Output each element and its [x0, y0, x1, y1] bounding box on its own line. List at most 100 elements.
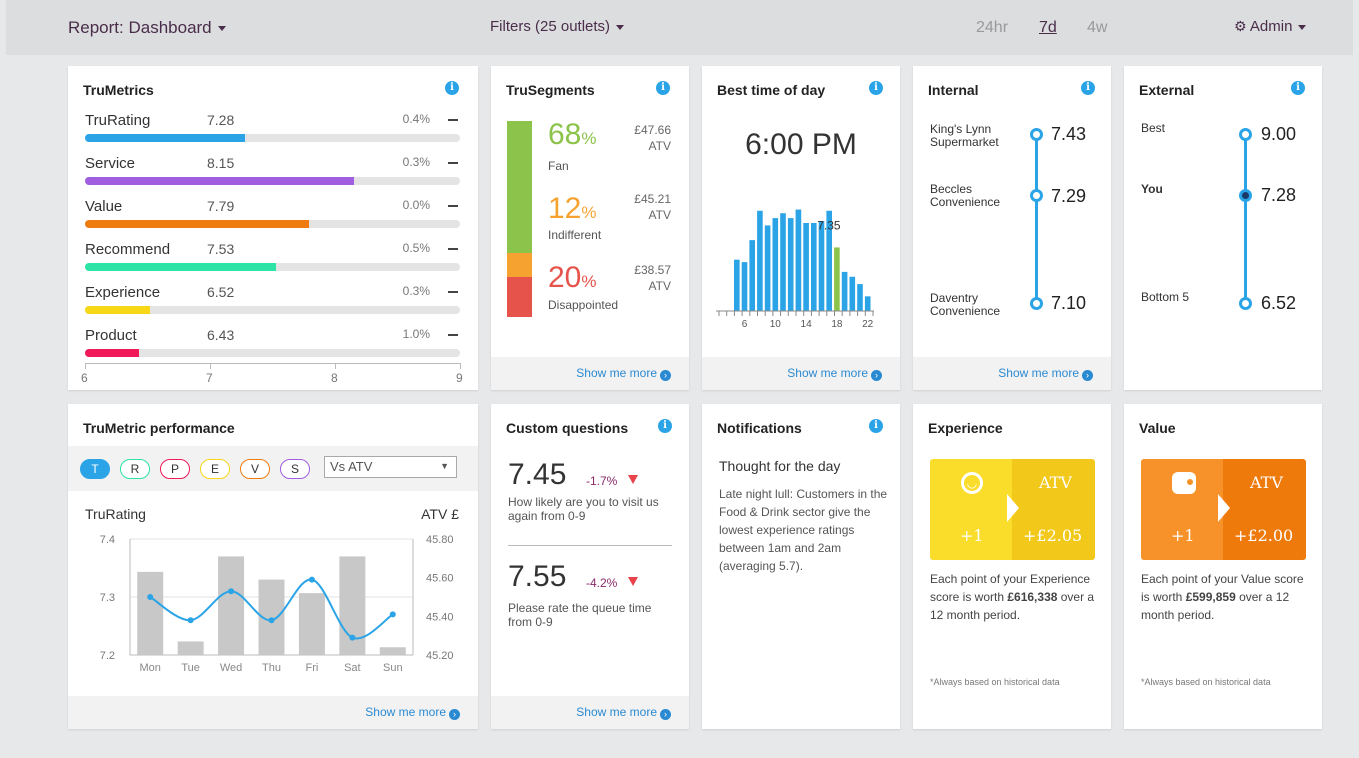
segment-pct-fan: 68%: [548, 118, 597, 151]
show-more-link[interactable]: Show me more ›: [787, 366, 882, 381]
axis-tick-label: 9: [456, 371, 463, 385]
metric-toggle-t[interactable]: T: [80, 459, 110, 479]
compare-select-value: Vs ATV: [330, 459, 373, 474]
wallet-icon: [1172, 472, 1196, 494]
report-label: Report: Dashboard: [68, 18, 212, 37]
top-bar: Report: Dashboard Filters (25 outlets) 2…: [6, 0, 1353, 55]
trurating-point: [147, 594, 154, 600]
metric-change: 0.3%: [402, 284, 430, 298]
report-dropdown[interactable]: Report: Dashboard: [68, 18, 226, 38]
card-atv: ATV: [1039, 473, 1072, 492]
show-more-link[interactable]: Show me more ›: [998, 366, 1093, 381]
hour-bar: [811, 223, 817, 311]
period-7d[interactable]: 7d: [1039, 19, 1057, 37]
no-change-icon: [448, 291, 458, 293]
metric-name: Recommend: [85, 241, 171, 258]
x-tick-label: 22: [862, 319, 874, 330]
hour-bar: [864, 296, 871, 311]
card-plus: +1: [960, 526, 984, 545]
trurating-point: [187, 617, 194, 624]
hour-bar: [818, 221, 825, 311]
metric-toggle-r[interactable]: R: [120, 459, 150, 479]
metric-bar-fill: [85, 134, 245, 142]
info-icon[interactable]: i: [445, 81, 459, 95]
metric-bar-fill: [85, 263, 277, 271]
metric-change: 0.0%: [402, 198, 430, 212]
dropdown-arrow-icon: ▼: [440, 461, 449, 471]
admin-menu[interactable]: ⚙ Admin: [1234, 18, 1307, 35]
external-panel: External i Best 9.00 You 7.28 Bottom 5 6…: [1124, 66, 1322, 390]
metric-name: TruRating: [85, 112, 151, 129]
axis-tick: [85, 363, 86, 369]
metric-toggle-p[interactable]: P: [160, 459, 190, 479]
atv-bar: [137, 571, 164, 655]
metric-bar-fill: [85, 349, 139, 357]
segment-pct-indifferent: 12%: [548, 192, 597, 225]
panel-footer: Show me more ›: [702, 357, 900, 390]
divider: [508, 545, 672, 546]
right-tick-label: 45.80: [426, 534, 454, 546]
panel-footer: Show me more ›: [491, 696, 689, 729]
hour-bar: [772, 218, 779, 311]
info-icon[interactable]: i: [1081, 81, 1095, 95]
right-tick-label: 45.20: [426, 650, 454, 662]
best-time-chart: 7.35 6 10 14 18 22: [716, 209, 874, 330]
metric-score: 7.53: [207, 241, 235, 257]
metric-toggle-s[interactable]: S: [280, 459, 310, 479]
segment-label: Disappointed: [548, 298, 619, 312]
scale-line: [1244, 134, 1247, 303]
scale-marker: [1030, 128, 1043, 141]
experience-value-card: ◡ +1 ATV +£2.05: [930, 459, 1095, 560]
show-more-link[interactable]: Show me more ›: [365, 705, 460, 720]
x-tick-label: Sat: [344, 662, 361, 674]
scale-line: [1035, 134, 1038, 303]
metric-bar-track: [85, 134, 460, 142]
period-24hr[interactable]: 24hr: [976, 19, 1008, 37]
chevron-right-icon: [1218, 494, 1230, 522]
metric-bar-track: [85, 306, 460, 314]
outlet-name: King's Lynn Supermarket: [930, 122, 999, 149]
info-icon[interactable]: i: [658, 419, 672, 433]
axis-tick: [460, 363, 461, 369]
hour-bar: [803, 223, 809, 311]
trurating-point: [308, 576, 315, 583]
smiley-icon: ◡: [961, 472, 983, 494]
segment-bar-indifferent: [507, 253, 532, 277]
best-time-panel: Best time of day i 6:00 PM 7.35 6 10 14 18 22…: [702, 66, 900, 390]
show-more-link[interactable]: Show me more ›: [576, 705, 671, 720]
segment-bar-fan: [507, 121, 532, 253]
metric-toggle-v[interactable]: V: [240, 459, 270, 479]
question-text: Please rate the queue time from 0-9: [508, 601, 652, 629]
metric-toggle-e[interactable]: E: [200, 459, 230, 479]
trurating-point: [228, 588, 235, 595]
hour-bar: [749, 240, 755, 311]
metric-name: Service: [85, 155, 136, 172]
info-icon[interactable]: i: [869, 419, 883, 433]
scale-marker: [1239, 297, 1252, 310]
info-icon[interactable]: i: [1291, 81, 1305, 95]
axis-tick: [210, 363, 211, 369]
scale-marker: [1030, 297, 1043, 310]
right-axis-label: ATV £: [421, 506, 459, 522]
down-arrow-icon: [628, 475, 638, 484]
you-marker: [1239, 189, 1252, 202]
axis-tick: [335, 363, 336, 369]
x-tick-label: Mon: [140, 662, 161, 674]
filters-dropdown[interactable]: Filters (25 outlets): [490, 18, 625, 35]
chevron-down-icon: [1298, 24, 1307, 30]
x-tick-label: Sun: [383, 662, 403, 674]
info-icon[interactable]: i: [656, 81, 670, 95]
period-4w[interactable]: 4w: [1087, 19, 1107, 37]
metric-score: 7.28: [207, 112, 235, 128]
metric-change: 1.0%: [402, 327, 430, 341]
gear-icon: ⚙: [1234, 18, 1247, 34]
question-score: 7.55: [508, 560, 567, 593]
chevron-down-icon: [217, 26, 226, 32]
metric-name: Value: [85, 198, 123, 215]
compare-select[interactable]: Vs ATV ▼: [324, 456, 457, 478]
panel-footer: Show me more ›: [491, 357, 689, 390]
show-more-link[interactable]: Show me more ›: [576, 366, 671, 381]
notifications-panel: Notifications i Thought for the day Late…: [702, 404, 900, 729]
info-icon[interactable]: i: [869, 81, 883, 95]
question-change: -4.2%: [586, 576, 618, 590]
